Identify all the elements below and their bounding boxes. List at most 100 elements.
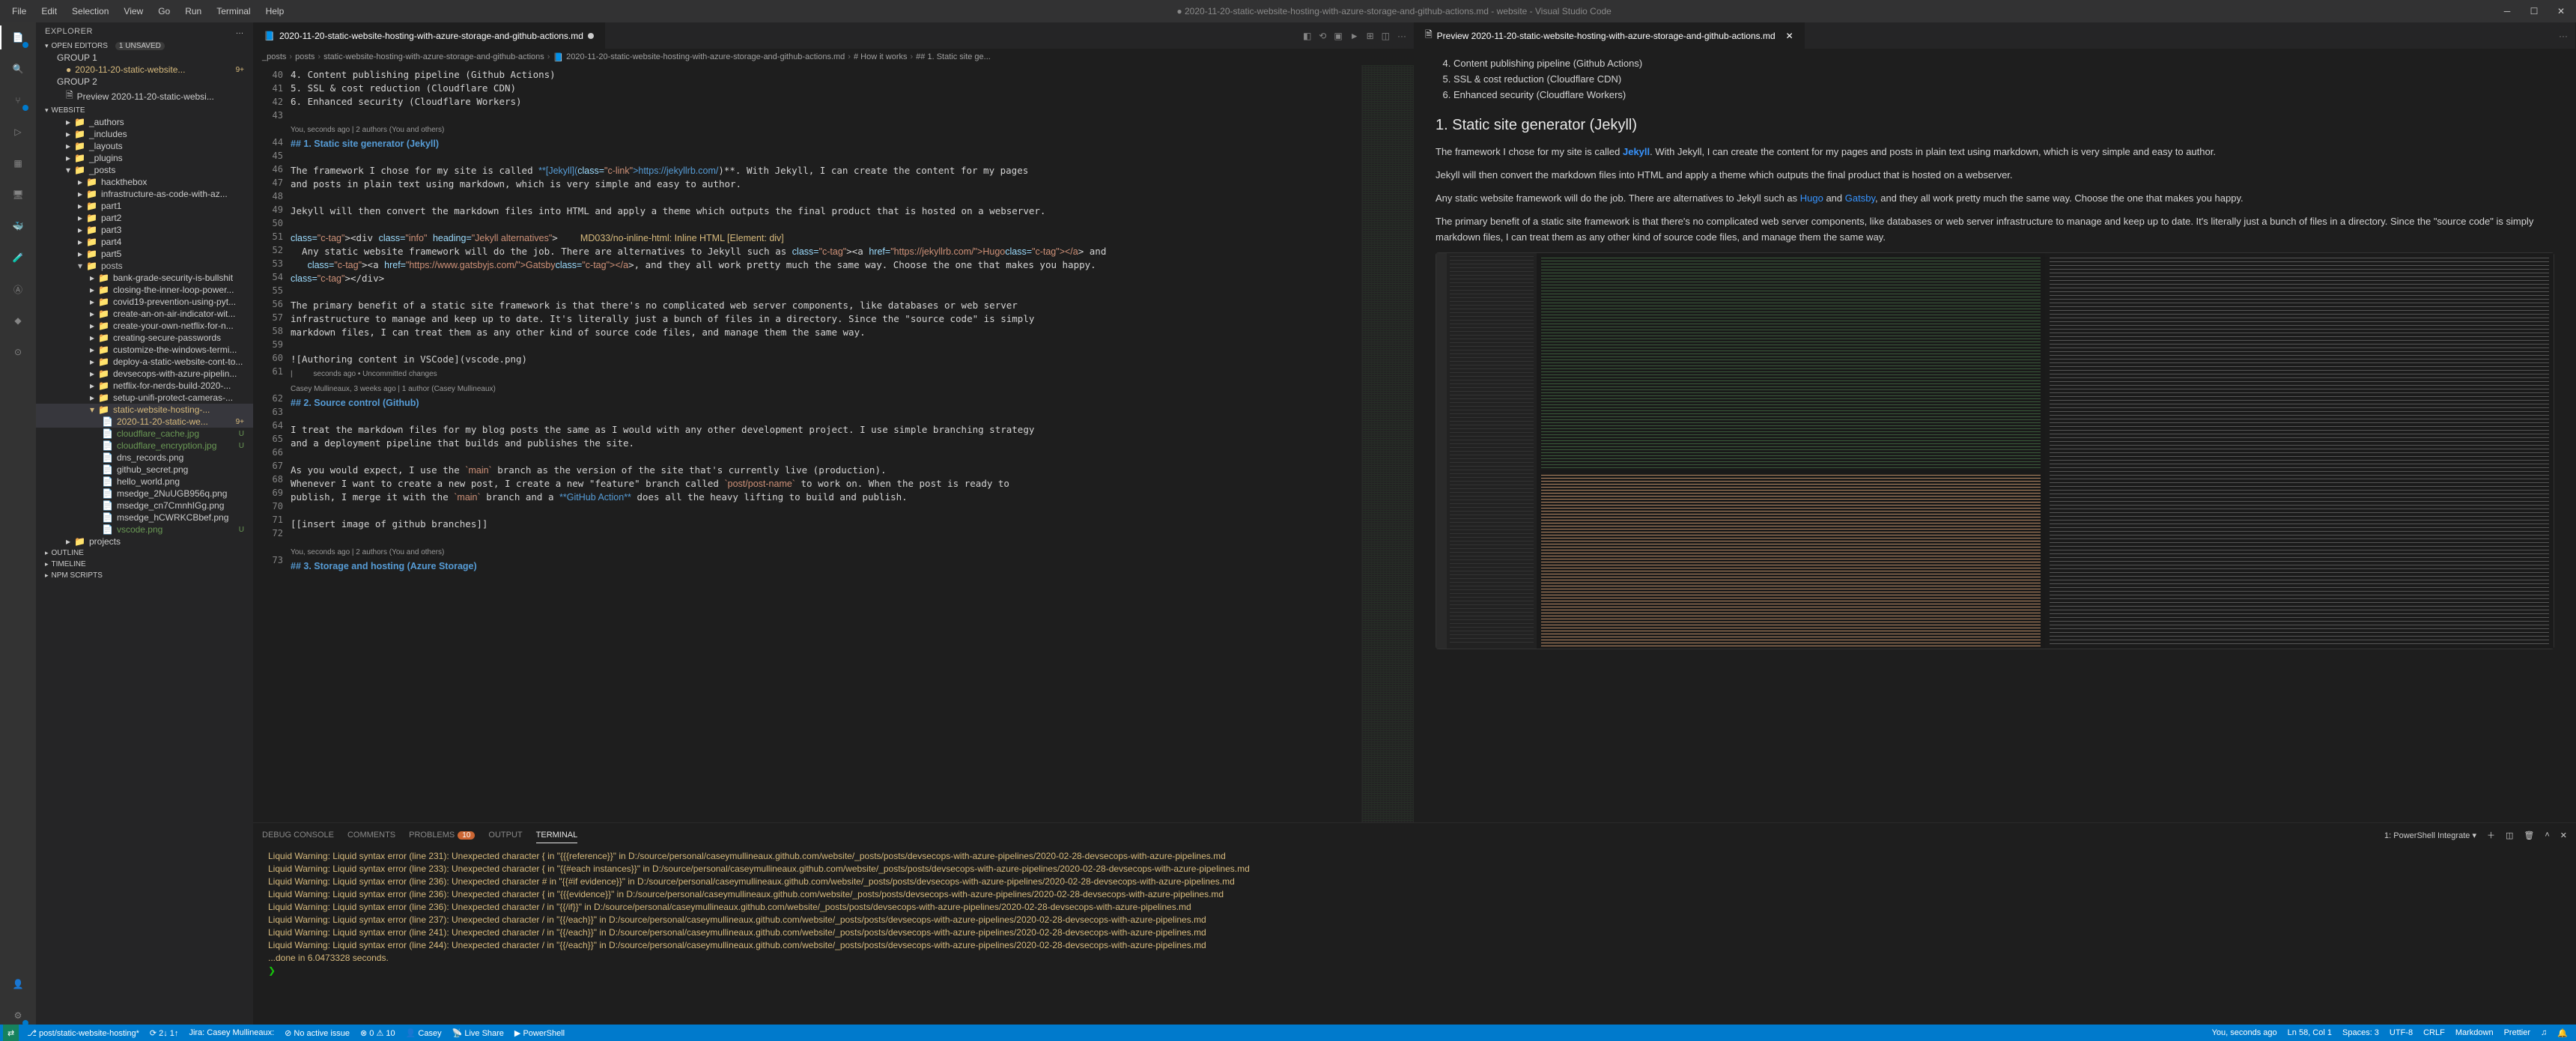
statusbar-item[interactable]: Spaces: 3 (2337, 1028, 2384, 1037)
azure-icon[interactable]: Ⓐ (9, 280, 27, 298)
file-item[interactable]: 📄 cloudflare_cache.jpgU (36, 428, 253, 440)
minimap[interactable] (1361, 65, 1414, 822)
file-item[interactable]: 📄 msedge_cn7CmnhIGg.png (36, 500, 253, 512)
breadcrumb[interactable]: _posts› posts› static-website-hosting-wi… (253, 49, 1414, 65)
editor-action-icon[interactable]: ▣ (1334, 31, 1342, 41)
folder-item[interactable]: ▸ 📁 create-an-on-air-indicator-wit... (36, 308, 253, 320)
more-actions-icon[interactable]: ··· (1397, 31, 1406, 41)
preview-link[interactable]: Jekyll (1623, 146, 1650, 157)
sidebar-more-icon[interactable]: … (236, 27, 245, 36)
statusbar-item[interactable]: Jira: Casey Mullineaux: (183, 1028, 279, 1037)
minimize-button[interactable]: ─ (2498, 6, 2516, 16)
folder-item[interactable]: ▸ 📁 part4 (36, 236, 253, 248)
folder-item[interactable]: ▸ 📁 deploy-a-static-website-cont-to... (36, 356, 253, 368)
menu-terminal[interactable]: Terminal (210, 3, 256, 19)
panel-tab-problems[interactable]: PROBLEMS10 (409, 828, 475, 843)
editor-action-icon[interactable]: ► (1350, 31, 1359, 41)
menu-file[interactable]: File (6, 3, 32, 19)
outline-header[interactable]: ▸OUTLINE (36, 547, 253, 559)
statusbar-item[interactable]: 📡 Live Share (447, 1028, 509, 1038)
file-item[interactable]: 📄 msedge_2NuUGB956q.png (36, 488, 253, 500)
folder-item[interactable]: ▸ 📁 setup-unifi-protect-cameras-... (36, 392, 253, 404)
open-editor-preview-item[interactable]: 🗎 Preview 2020-11-20-static-websi... (36, 88, 253, 105)
folder-item[interactable]: ▸ 📁 _authors (36, 116, 253, 128)
maximize-button[interactable]: ☐ (2525, 6, 2543, 16)
folder-item[interactable]: ▸ 📁 _plugins (36, 152, 253, 164)
split-editor-icon[interactable]: ◫ (1382, 31, 1390, 41)
folder-item[interactable]: ▸ 📁 netflix-for-nerds-build-2020-... (36, 380, 253, 392)
explorer-icon[interactable]: 📄 (9, 28, 27, 46)
menu-go[interactable]: Go (152, 3, 176, 19)
preview-link[interactable]: Gatsby (1845, 192, 1875, 204)
file-item[interactable]: 📄 cloudflare_encryption.jpgU (36, 440, 253, 452)
statusbar-item[interactable]: 🔔 (2552, 1028, 2573, 1038)
file-item[interactable]: 📄 2020-11-20-static-we...9+ (36, 416, 253, 428)
panel-tab-debug[interactable]: DEBUG CONSOLE (262, 828, 334, 843)
maximize-panel-icon[interactable]: ˄ (2545, 831, 2549, 840)
preview-link[interactable]: Hugo (1800, 192, 1823, 204)
timeline-header[interactable]: ▸TIMELINE (36, 559, 253, 570)
docker-icon[interactable]: 🐳 (9, 217, 27, 235)
menu-edit[interactable]: Edit (35, 3, 63, 19)
statusbar-item[interactable]: 👤 Casey (401, 1028, 447, 1038)
jira-icon[interactable]: ◆ (9, 312, 27, 330)
terminal-selector[interactable]: 1: PowerShell Integrate ▾ (2384, 831, 2476, 840)
statusbar-item[interactable]: You, seconds ago (2207, 1028, 2282, 1037)
file-item[interactable]: 📄 hello_world.png (36, 476, 253, 488)
statusbar-item[interactable]: Markdown (2450, 1028, 2499, 1037)
extensions-icon[interactable]: ▦ (9, 154, 27, 172)
folder-item[interactable]: ▸ 📁 _layouts (36, 140, 253, 152)
statusbar-item[interactable]: ♫ (2536, 1028, 2552, 1037)
search-icon[interactable]: 🔍 (9, 60, 27, 78)
folder-item[interactable]: ▸ 📁 closing-the-inner-loop-power... (36, 284, 253, 296)
preview-side-icon[interactable]: ⊞ (1367, 31, 1374, 41)
folder-item[interactable]: ▸ 📁 devsecops-with-azure-pipelin... (36, 368, 253, 380)
projects-folder[interactable]: ▸ 📁 projects (36, 535, 253, 547)
settings-icon[interactable]: ⚙ (9, 1007, 27, 1025)
panel-tab-comments[interactable]: COMMENTS (347, 828, 395, 843)
file-item[interactable]: 📄 dns_records.png (36, 452, 253, 464)
menu-view[interactable]: View (118, 3, 149, 19)
remote-explorer-icon[interactable]: 🖥 (9, 186, 27, 204)
folder-item[interactable]: ▸ 📁 part5 (36, 248, 253, 260)
panel-tab-terminal[interactable]: TERMINAL (536, 828, 578, 843)
folder-item[interactable]: ▸ 📁 part1 (36, 200, 253, 212)
statusbar-item[interactable]: Ln 58, Col 1 (2282, 1028, 2337, 1037)
folder-item[interactable]: ▸ 📁 bank-grade-security-is-bullshit (36, 272, 253, 284)
accounts-icon[interactable]: 👤 (9, 975, 27, 993)
open-editor-item[interactable]: ● 2020-11-20-static-website...9+ (36, 64, 253, 76)
menu-run[interactable]: Run (179, 3, 207, 19)
editor-tab-markdown[interactable]: 📘2020-11-20-static-website-hosting-with-… (253, 22, 605, 49)
statusbar-item[interactable]: ⊗ 0 ⚠ 10 (355, 1028, 401, 1038)
editor-tab-preview[interactable]: 🗎Preview 2020-11-20-static-website-hosti… (1415, 22, 1805, 49)
file-item[interactable]: 📄 vscode.pngU (36, 523, 253, 535)
terminal-body[interactable]: Liquid Warning: Liquid syntax error (lin… (253, 847, 2576, 1025)
workspace-header[interactable]: ▾WEBSITE (36, 105, 253, 116)
npm-scripts-header[interactable]: ▸NPM SCRIPTS (36, 570, 253, 581)
split-terminal-icon[interactable]: ◫ (2506, 831, 2513, 840)
statusbar-item[interactable]: ▶ PowerShell (509, 1028, 570, 1038)
panel-tab-output[interactable]: OUTPUT (488, 828, 522, 843)
editor-action-icon[interactable]: ◧ (1303, 31, 1311, 41)
current-post-folder[interactable]: ▾ 📁 static-website-hosting-... (36, 404, 253, 416)
close-panel-icon[interactable]: ✕ (2560, 831, 2567, 840)
folder-item[interactable]: ▸ 📁 part2 (36, 212, 253, 224)
folder-item[interactable]: ▸ 📁 covid19-prevention-using-pyt... (36, 296, 253, 308)
folder-item[interactable]: ▸ 📁 create-your-own-netflix-for-n... (36, 320, 253, 332)
folder-item[interactable]: ▸ 📁 _includes (36, 128, 253, 140)
posts-folder[interactable]: ▾ 📁 posts (36, 260, 253, 272)
folder-item[interactable]: ▾ 📁 _posts (36, 164, 253, 176)
statusbar-item[interactable]: ⟳ 2↓ 1↑ (145, 1028, 184, 1038)
menu-selection[interactable]: Selection (66, 3, 115, 19)
statusbar-item[interactable]: CRLF (2418, 1028, 2450, 1037)
test-icon[interactable]: 🧪 (9, 249, 27, 267)
more-actions-icon[interactable]: ··· (2559, 31, 2568, 41)
statusbar-item[interactable]: ⊘ No active issue (279, 1028, 355, 1038)
file-item[interactable]: 📄 github_secret.png (36, 464, 253, 476)
close-tab-icon[interactable]: ✕ (1786, 31, 1793, 41)
menu-help[interactable]: Help (260, 3, 291, 19)
folder-item[interactable]: ▸ 📁 infrastructure-as-code-with-az... (36, 188, 253, 200)
folder-item[interactable]: ▸ 📁 customize-the-windows-termi... (36, 344, 253, 356)
folder-item[interactable]: ▸ 📁 part3 (36, 224, 253, 236)
statusbar-item[interactable]: Prettier (2499, 1028, 2536, 1037)
